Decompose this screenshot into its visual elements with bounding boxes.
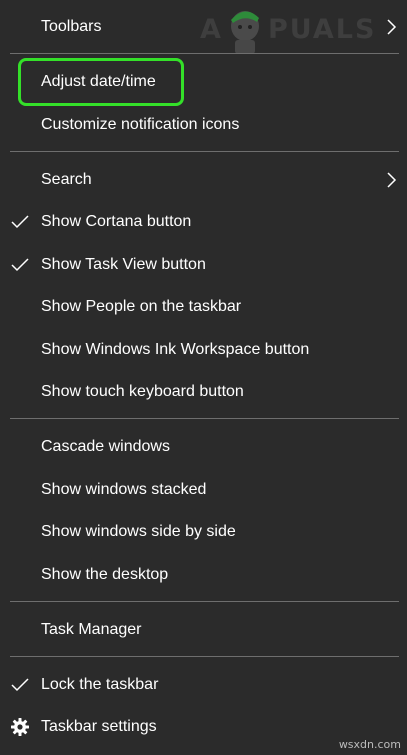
menu-separator	[10, 601, 399, 602]
taskbar-context-menu: A PUALS Toolbars Adjust date/time Custom…	[0, 0, 407, 755]
menu-separator	[10, 656, 399, 657]
menu-item-show-windows-stacked[interactable]: Show windows stacked	[0, 470, 407, 510]
checkmark-icon	[11, 215, 29, 229]
menu-item-label: Taskbar settings	[41, 718, 157, 735]
checkmark-icon	[11, 258, 29, 272]
menu-item-show-task-view-button[interactable]: Show Task View button	[0, 245, 407, 285]
checkmark-icon	[11, 678, 29, 692]
menu-item-show-windows-side-by-side[interactable]: Show windows side by side	[0, 512, 407, 552]
menu-item-show-cortana-button[interactable]: Show Cortana button	[0, 202, 407, 242]
menu-item-show-touch-keyboard[interactable]: Show touch keyboard button	[0, 372, 407, 412]
menu-item-label: Search	[41, 171, 92, 188]
menu-separator	[10, 53, 399, 54]
gear-icon	[11, 718, 29, 736]
menu-item-label: Show Cortana button	[41, 213, 192, 230]
chevron-right-icon	[387, 19, 397, 35]
menu-item-label: Show Task View button	[41, 256, 206, 273]
menu-item-show-ink-workspace[interactable]: Show Windows Ink Workspace button	[0, 330, 407, 370]
menu-item-label: Toolbars	[41, 18, 102, 35]
menu-item-customize-notification-icons[interactable]: Customize notification icons	[0, 105, 407, 145]
menu-separator	[10, 418, 399, 419]
menu-item-label: Show touch keyboard button	[41, 383, 244, 400]
menu-item-show-desktop[interactable]: Show the desktop	[0, 555, 407, 595]
menu-item-label: Show the desktop	[41, 566, 169, 583]
footer-watermark: wsxdn.com	[338, 738, 401, 751]
menu-item-search[interactable]: Search	[0, 160, 407, 200]
menu-item-label: Show windows stacked	[41, 481, 207, 498]
menu-item-label: Show People on the taskbar	[41, 298, 242, 315]
menu-item-label: Lock the taskbar	[41, 676, 159, 693]
menu-separator	[10, 151, 399, 152]
chevron-right-icon	[387, 172, 397, 188]
menu-item-toolbars[interactable]: Toolbars	[0, 7, 407, 47]
menu-item-label: Show windows side by side	[41, 523, 236, 540]
highlight-outline	[18, 58, 184, 106]
menu-item-cascade-windows[interactable]: Cascade windows	[0, 427, 407, 467]
menu-item-label: Customize notification icons	[41, 116, 240, 133]
menu-item-lock-taskbar[interactable]: Lock the taskbar	[0, 665, 407, 705]
menu-item-label: Cascade windows	[41, 438, 170, 455]
menu-item-label: Show Windows Ink Workspace button	[41, 341, 310, 358]
menu-item-label: Task Manager	[41, 621, 142, 638]
menu-item-show-people[interactable]: Show People on the taskbar	[0, 287, 407, 327]
menu-item-task-manager[interactable]: Task Manager	[0, 610, 407, 650]
